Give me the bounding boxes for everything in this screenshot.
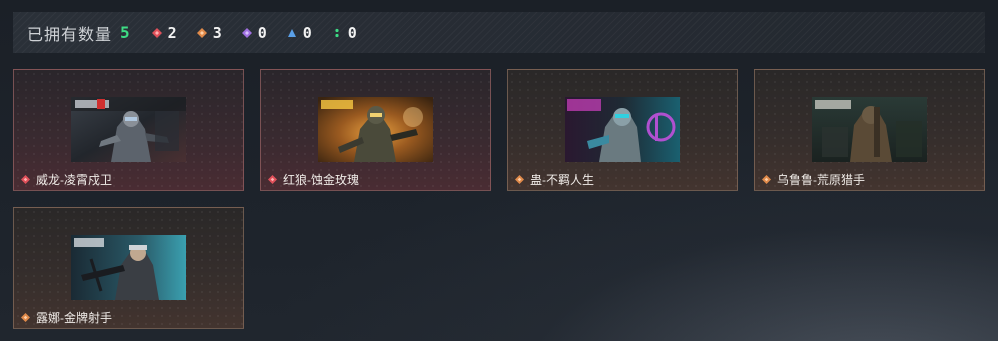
owned-count-total: 5 (120, 23, 130, 42)
skin-name: 露娜-金牌射手 (36, 311, 112, 325)
skin-card-title: 蛊-不羁人生 (515, 171, 594, 188)
skin-name: 红狼-蚀金玫瑰 (283, 173, 359, 187)
rarity-count-orange: 3 (196, 23, 222, 42)
rarity-count-red: 2 (151, 23, 177, 42)
rarity-count-value: 2 (167, 23, 177, 42)
skin-thumbnail (71, 235, 186, 300)
skin-card[interactable]: 蛊-不羁人生 (507, 69, 738, 191)
green-dots-icon (335, 28, 339, 37)
orange-diamond-icon (762, 175, 771, 184)
skin-card-title: 露娜-金牌射手 (21, 309, 112, 326)
red-diamond-icon (268, 175, 277, 184)
red-diamond-icon (151, 27, 162, 38)
skin-card-title: 乌鲁鲁-荒原猎手 (762, 171, 865, 188)
purple-diamond-icon (241, 27, 252, 38)
skin-thumbnail (565, 97, 680, 162)
skin-card[interactable]: 红狼-蚀金玫瑰 (260, 69, 491, 191)
skin-thumbnail (318, 97, 433, 162)
rarity-count-value: 3 (212, 23, 222, 42)
skin-thumbnail (71, 97, 186, 162)
orange-diamond-icon (515, 175, 524, 184)
rarity-count-blue: 0 (287, 24, 312, 42)
skin-thumbnail (812, 97, 927, 162)
rarity-count-value: 0 (257, 23, 267, 42)
skin-card-title: 威龙-凌霄戍卫 (21, 171, 112, 188)
rarity-count-value: 0 (347, 23, 357, 42)
rarity-count-value: 0 (302, 23, 312, 42)
skin-card-title: 红狼-蚀金玫瑰 (268, 171, 359, 188)
skin-card[interactable]: 露娜-金牌射手 (13, 207, 244, 329)
owned-count-label: 已拥有数量 (27, 26, 113, 44)
rarity-count-purple: 0 (241, 23, 267, 42)
orange-diamond-icon (21, 313, 30, 322)
rarity-count-green: 0 (332, 24, 357, 42)
orange-diamond-icon (196, 27, 207, 38)
skin-name: 乌鲁鲁-荒原猎手 (777, 173, 865, 187)
red-diamond-icon (21, 175, 30, 184)
skin-card[interactable]: 乌鲁鲁-荒原猎手 (754, 69, 985, 191)
skin-card[interactable]: 威龙-凌霄戍卫 (13, 69, 244, 191)
skin-name: 威龙-凌霄戍卫 (36, 173, 112, 187)
skin-name: 蛊-不羁人生 (530, 173, 594, 187)
owned-count-header: 已拥有数量 5 2 3 0 0 0 (13, 12, 985, 53)
blue-triangle-icon (287, 28, 296, 37)
